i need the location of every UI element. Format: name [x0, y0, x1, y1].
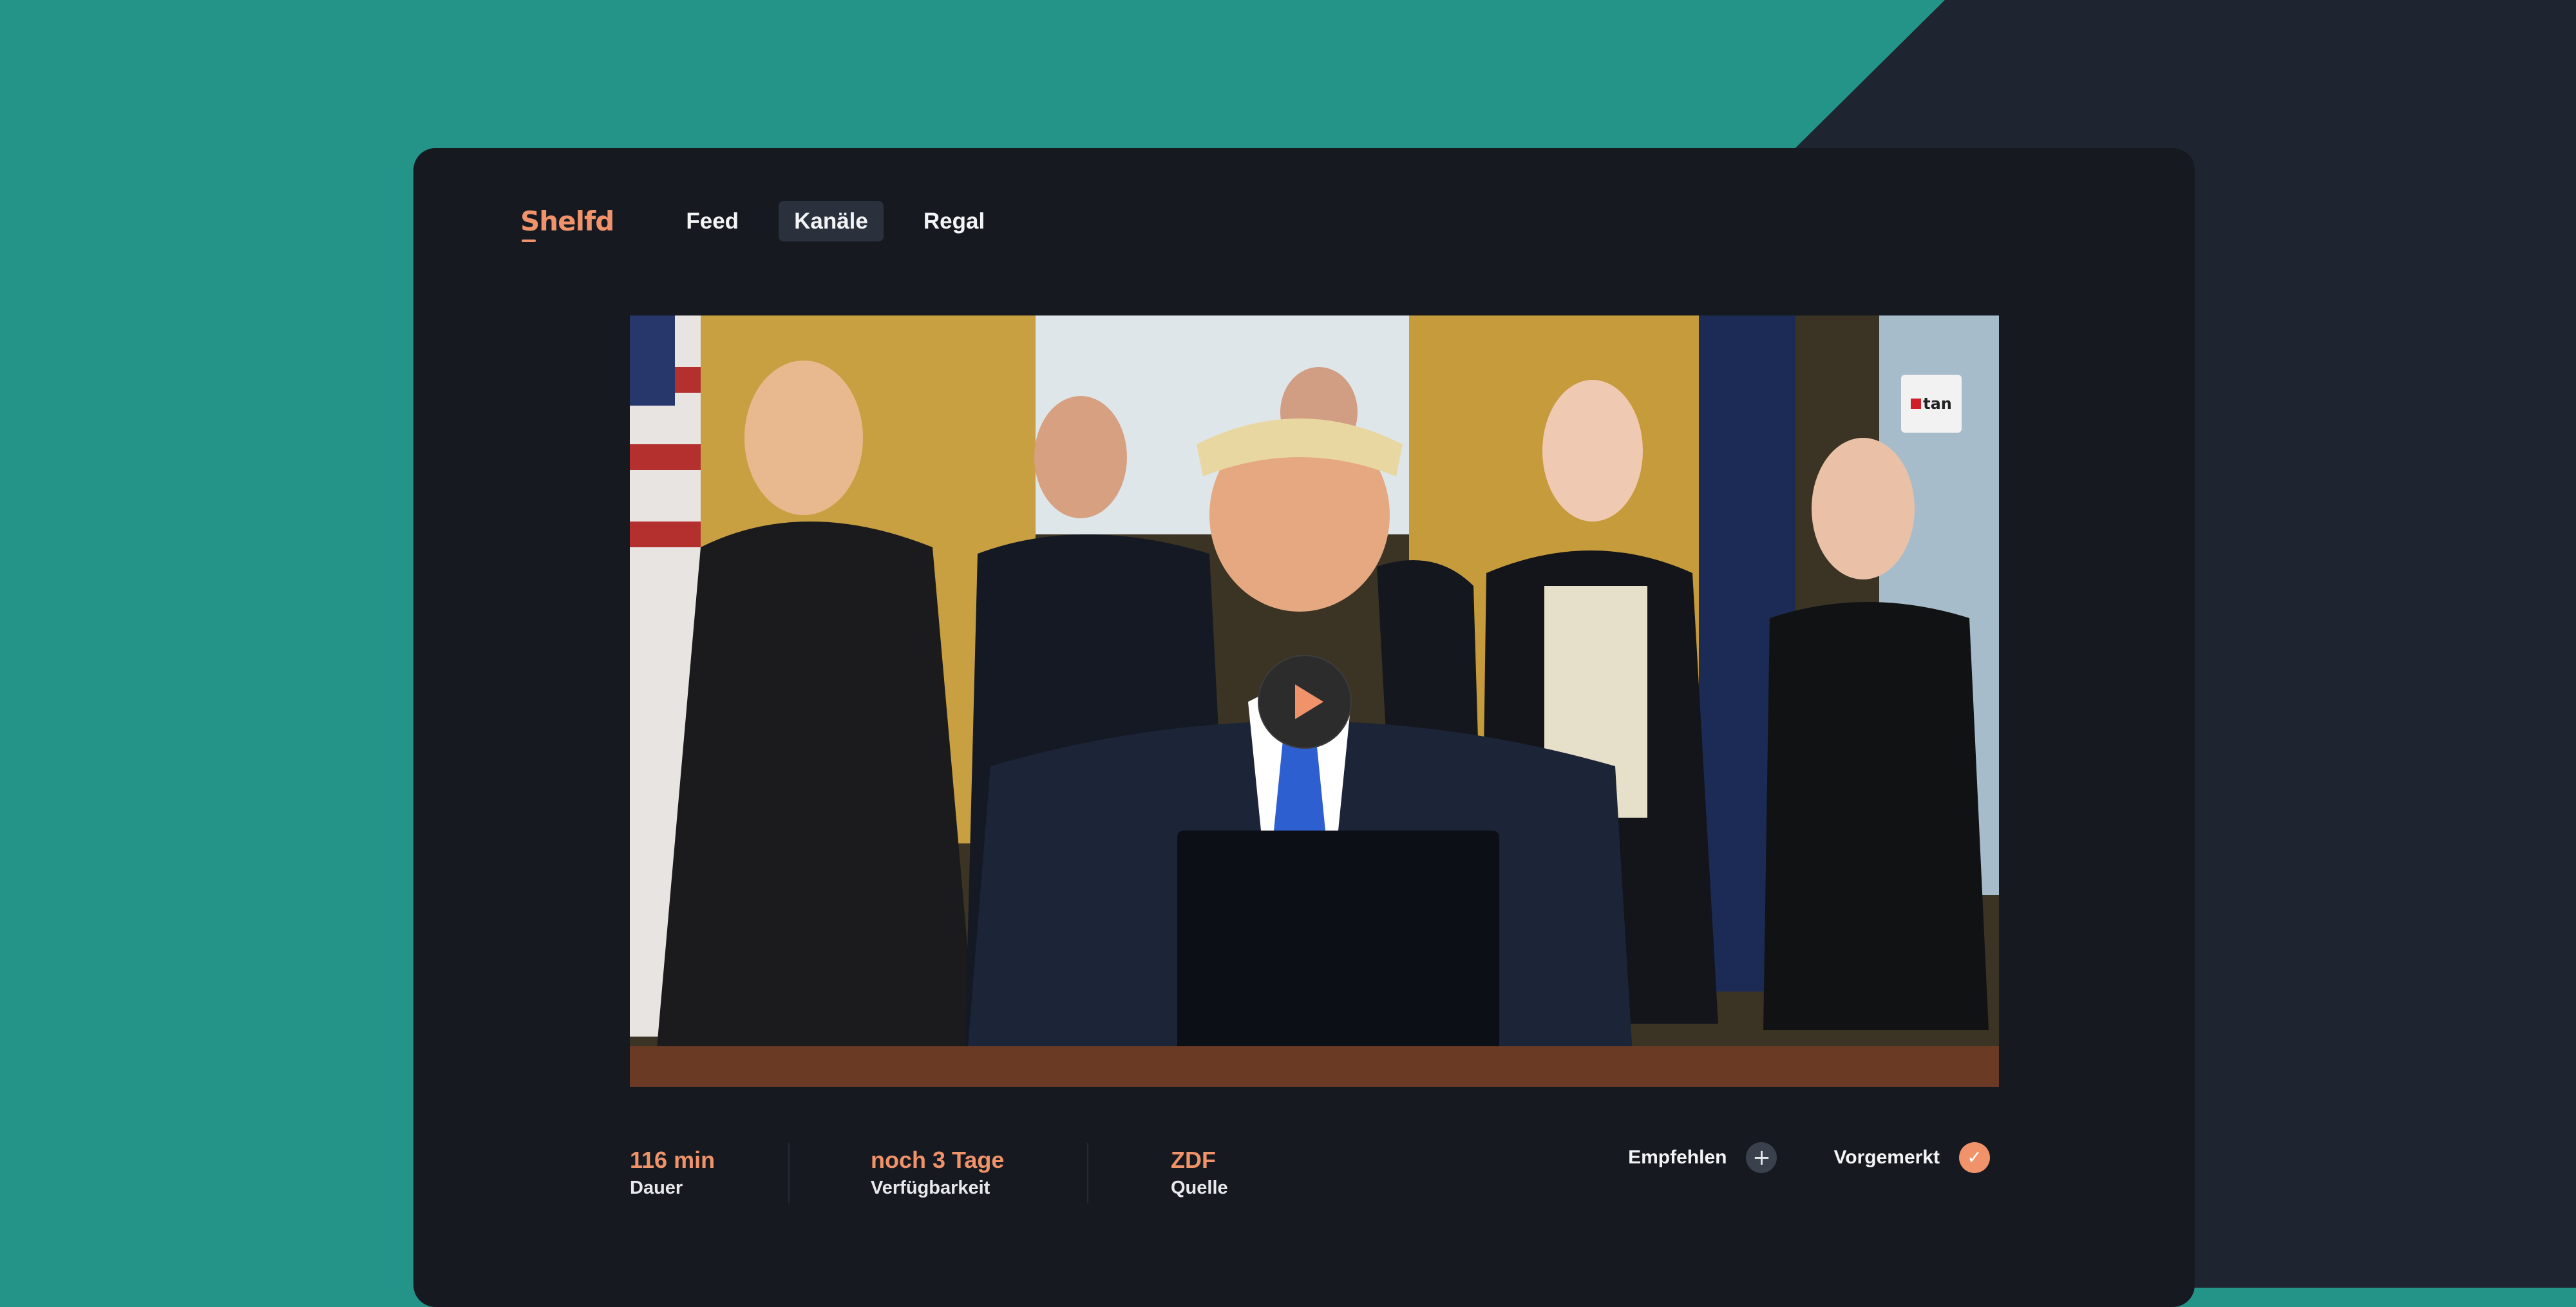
availability-value: noch 3 Tage — [871, 1146, 1005, 1173]
shelfd-logo[interactable]: Shelfd — [520, 205, 614, 242]
source-label: Quelle — [1171, 1178, 1228, 1199]
bookmarked-button[interactable]: Vorgemerkt ✓ — [1833, 1142, 1990, 1173]
duration-label: Dauer — [630, 1178, 683, 1199]
video-actions: Empfehlen + Vorgemerkt ✓ — [1628, 1142, 1990, 1173]
logo-text: Shelfd — [520, 205, 614, 237]
channel-logo-text: tan — [1923, 395, 1952, 413]
channel-mark-icon — [1911, 399, 1922, 409]
video-meta: 116 min Dauer noch 3 Tage Verfügbarkeit … — [630, 1134, 1228, 1212]
recommend-label: Empfehlen — [1628, 1147, 1727, 1168]
top-nav: Shelfd Feed Kanäle Regal — [520, 198, 1025, 243]
nav-item-feed[interactable]: Feed — [670, 201, 754, 241]
logo-underline — [522, 239, 536, 242]
plus-icon: + — [1746, 1142, 1777, 1173]
nav-item-regal[interactable]: Regal — [908, 201, 1000, 241]
stat-availability: noch 3 Tage Verfügbarkeit — [790, 1134, 1087, 1212]
bookmarked-label: Vorgemerkt — [1833, 1147, 1940, 1168]
source-value: ZDF — [1171, 1146, 1216, 1173]
duration-value: 116 min — [630, 1146, 715, 1173]
play-button[interactable] — [1258, 655, 1352, 749]
nav-item-kanaele[interactable]: Kanäle — [779, 200, 884, 241]
channel-logo: tan — [1901, 375, 1962, 433]
video-player[interactable]: tan — [630, 315, 1999, 1087]
check-icon: ✓ — [1959, 1142, 1990, 1173]
app-window: Shelfd Feed Kanäle Regal tan 116 min Dau… — [413, 148, 2195, 1307]
stat-duration: 116 min Dauer — [630, 1134, 788, 1212]
stat-source: ZDF Quelle — [1088, 1134, 1228, 1212]
recommend-button[interactable]: Empfehlen + — [1628, 1142, 1777, 1173]
availability-label: Verfügbarkeit — [871, 1178, 990, 1199]
